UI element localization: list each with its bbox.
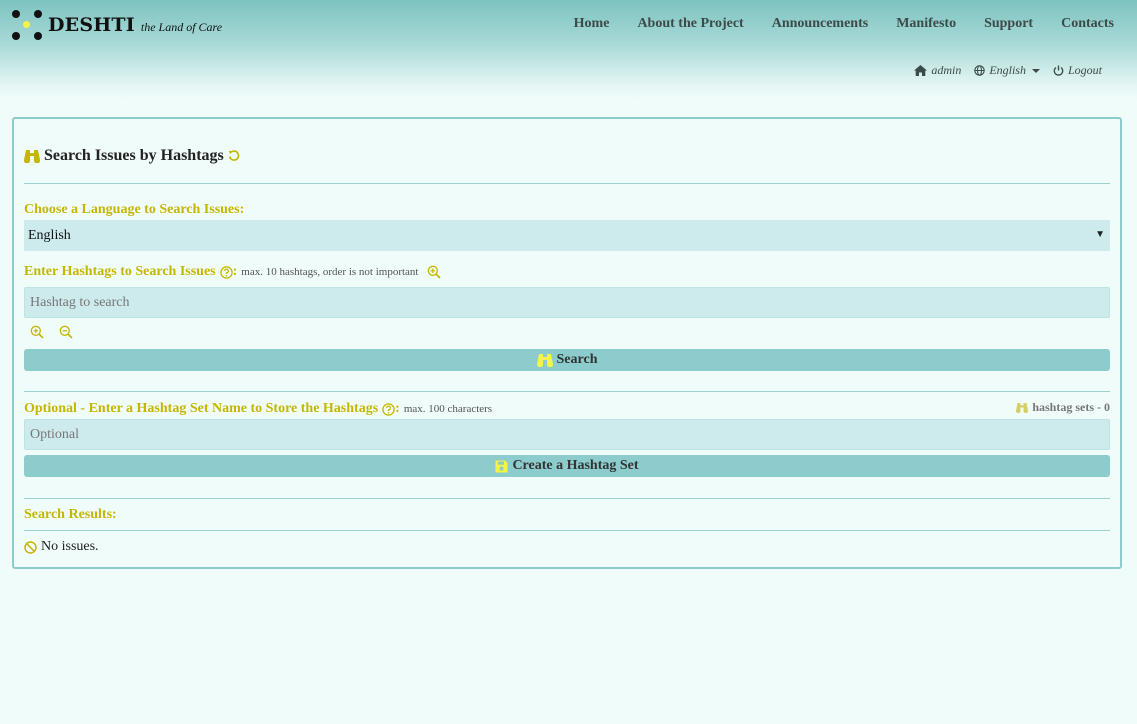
setname-label-text: Optional - Enter a Hashtag Set Name to S… xyxy=(24,401,379,416)
language-select[interactable]: English ▼ xyxy=(24,220,1110,251)
main-nav: Home About the Project Announcements Man… xyxy=(546,16,1114,32)
reset-icon[interactable] xyxy=(228,150,240,162)
nav-announcements[interactable]: Announcements xyxy=(772,16,868,32)
chevron-down-icon xyxy=(1031,68,1040,73)
logout-link[interactable]: Logout xyxy=(1053,63,1102,78)
results-label: Search Results: xyxy=(24,507,117,522)
hashtags-label: Enter Hashtags to Search Issues : max. 1… xyxy=(24,264,441,280)
user-nav: admin English Logout xyxy=(901,63,1102,78)
hashtags-label-text: Enter Hashtags to Search Issues xyxy=(24,264,216,279)
nav-about[interactable]: About the Project xyxy=(637,16,743,32)
language-select-value: English xyxy=(28,228,71,243)
hashtag-input[interactable]: Hashtag to search xyxy=(24,287,1110,318)
logout-label: Logout xyxy=(1067,63,1102,77)
logo-icon xyxy=(10,8,44,42)
binoculars-icon xyxy=(24,150,40,163)
hashtags-hint: max. 10 hashtags, order is not important xyxy=(241,266,419,278)
language-select-label: Choose a Language to Search Issues: xyxy=(24,202,245,217)
setname-hint: max. 100 characters xyxy=(403,403,493,415)
binoculars-icon xyxy=(536,354,553,367)
top-bar: DESHTI the Land of Care Home About the P… xyxy=(0,0,1137,100)
page-title-text: Search Issues by Hashtags xyxy=(44,147,224,164)
divider xyxy=(24,530,1110,531)
home-icon xyxy=(914,65,928,76)
nav-contacts[interactable]: Contacts xyxy=(1061,16,1114,32)
chevron-down-icon: ▼ xyxy=(1095,229,1105,240)
user-link[interactable]: admin xyxy=(914,63,961,78)
setname-label: Optional - Enter a Hashtag Set Name to S… xyxy=(24,401,492,417)
create-button-label: Create a Hashtag Set xyxy=(512,458,639,473)
create-hashtag-set-button[interactable]: Create a Hashtag Set xyxy=(24,455,1110,477)
no-issues-message: No issues. xyxy=(24,539,99,555)
zoom-out-icon[interactable] xyxy=(59,325,73,339)
divider xyxy=(24,183,1110,184)
search-button-label: Search xyxy=(556,352,598,367)
hashtag-sets-link[interactable]: hashtag sets - 0 xyxy=(1016,400,1110,415)
brand[interactable]: DESHTI the Land of Care xyxy=(10,8,222,42)
search-panel: Search Issues by Hashtags Choose a Langu… xyxy=(12,117,1122,569)
help-icon[interactable] xyxy=(382,402,395,416)
page-title: Search Issues by Hashtags xyxy=(24,147,244,165)
nav-home[interactable]: Home xyxy=(574,16,610,32)
power-icon xyxy=(1053,65,1064,76)
divider xyxy=(24,391,1110,392)
no-issues-text: No issues. xyxy=(41,539,99,554)
setname-input[interactable]: Optional xyxy=(24,419,1110,450)
hashtag-sets-count: hashtag sets - 0 xyxy=(1032,400,1110,414)
nav-manifesto[interactable]: Manifesto xyxy=(896,16,956,32)
language-dropdown[interactable]: English xyxy=(974,63,1040,78)
brand-tagline: the Land of Care xyxy=(140,19,223,34)
zoom-in-icon[interactable] xyxy=(30,325,44,339)
nav-support[interactable]: Support xyxy=(984,16,1033,32)
language-label: English xyxy=(989,63,1026,77)
setname-label-colon: : xyxy=(395,401,400,416)
globe-icon xyxy=(974,65,986,76)
user-name: admin xyxy=(931,63,962,77)
divider xyxy=(24,498,1110,499)
zoom-in-icon[interactable] xyxy=(427,265,441,279)
brand-name: DESHTI xyxy=(48,14,135,36)
ban-icon xyxy=(24,540,37,554)
search-button[interactable]: Search xyxy=(24,349,1110,371)
help-icon[interactable] xyxy=(219,265,233,279)
binoculars-icon xyxy=(1016,403,1029,413)
save-icon xyxy=(495,460,508,472)
hashtags-label-colon: : xyxy=(232,264,238,279)
